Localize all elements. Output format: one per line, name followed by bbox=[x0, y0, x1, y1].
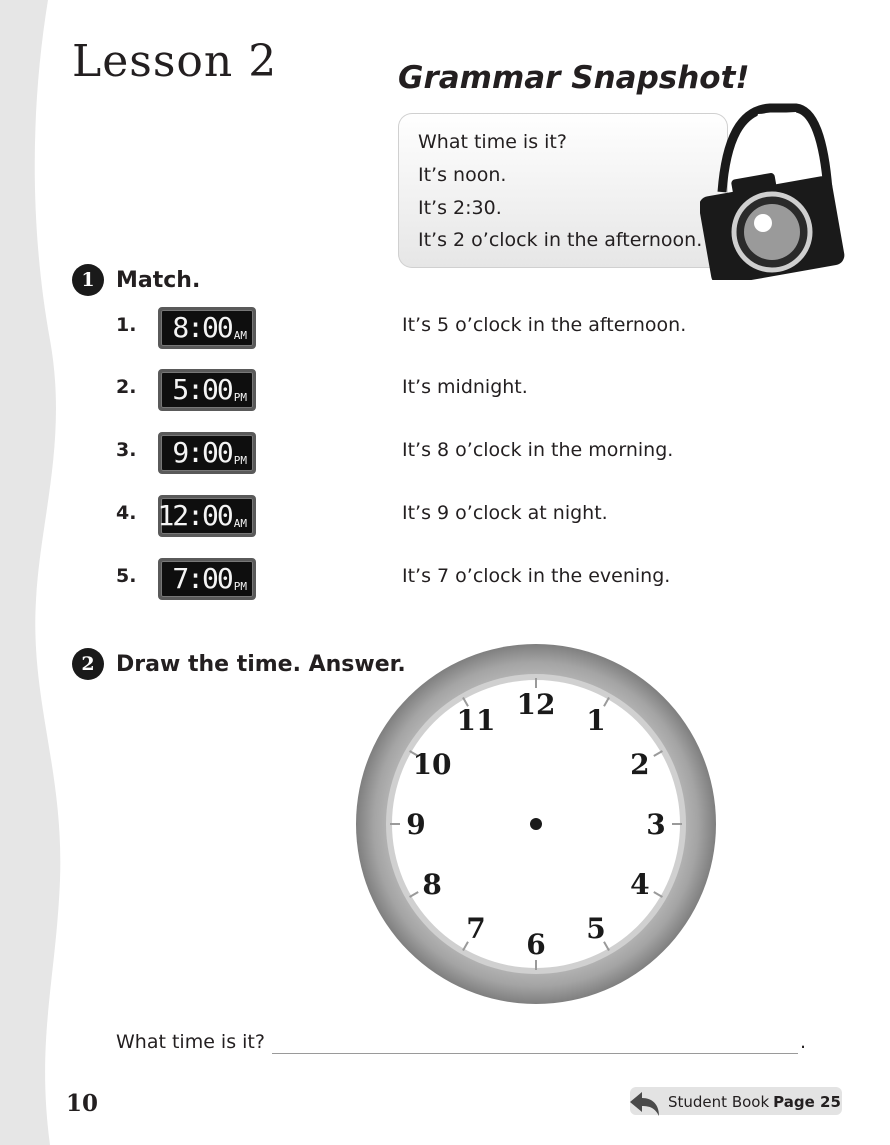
snapshot-line: It’s 2:30. bbox=[418, 197, 502, 219]
clock-number: 2 bbox=[630, 748, 649, 781]
item-number: 5. bbox=[116, 565, 137, 587]
digital-time: 5:00 bbox=[172, 373, 233, 406]
clock-number: 5 bbox=[586, 912, 605, 945]
clock-number: 6 bbox=[526, 928, 545, 961]
camera-icon bbox=[700, 103, 845, 280]
digital-time: 8:00 bbox=[172, 311, 233, 344]
digital-clock: 9:00 PM bbox=[158, 432, 256, 474]
digital-ampm: PM bbox=[233, 391, 247, 404]
digital-clock: 5:00 PM bbox=[158, 369, 256, 411]
snapshot-line: What time is it? bbox=[418, 131, 567, 153]
match-phrase: It’s 7 o’clock in the evening. bbox=[402, 565, 671, 587]
match-phrase: It’s 8 o’clock in the morning. bbox=[402, 439, 674, 461]
section-title: Match. bbox=[116, 267, 201, 293]
clock-center-dot bbox=[530, 818, 542, 830]
clock-number: 7 bbox=[466, 912, 485, 945]
clock-number: 3 bbox=[646, 808, 665, 841]
digital-time: 12:00 bbox=[157, 499, 233, 532]
item-number: 1. bbox=[116, 314, 137, 336]
grammar-snapshot-box: What time is it? It’s noon. It’s 2:30. I… bbox=[398, 113, 728, 268]
digital-ampm: AM bbox=[233, 329, 247, 342]
digital-ampm: AM bbox=[233, 517, 247, 530]
clock-number: 12 bbox=[517, 688, 556, 721]
match-phrase: It’s midnight. bbox=[402, 376, 528, 398]
lesson-title: Lesson 2 bbox=[72, 36, 278, 87]
clock-number: 10 bbox=[413, 748, 452, 781]
question-text: What time is it? bbox=[116, 1031, 265, 1053]
student-book-page: Page 25 bbox=[773, 1093, 841, 1111]
page-number: 10 bbox=[66, 1090, 99, 1117]
snapshot-line: It’s noon. bbox=[418, 164, 507, 186]
clock-number: 11 bbox=[457, 704, 496, 737]
answer-line[interactable] bbox=[272, 1053, 798, 1054]
item-number: 3. bbox=[116, 439, 137, 461]
digital-time: 9:00 bbox=[172, 436, 233, 469]
student-book-label: Student Book bbox=[668, 1093, 770, 1111]
item-number: 4. bbox=[116, 502, 137, 524]
digital-clock: 7:00 PM bbox=[158, 558, 256, 600]
section-number-badge: 1 bbox=[72, 264, 104, 296]
analog-clock[interactable]: 12 12 3 45 6 78 9 1011 bbox=[355, 643, 717, 1005]
digital-ampm: PM bbox=[233, 454, 247, 467]
match-phrase: It’s 5 o’clock in the afternoon. bbox=[402, 314, 687, 336]
digital-clock: 12:00 AM bbox=[157, 495, 256, 537]
section-number-badge: 2 bbox=[72, 648, 104, 680]
answer-end-mark: . bbox=[800, 1031, 807, 1053]
digital-time: 7:00 bbox=[172, 562, 233, 595]
clock-number: 8 bbox=[422, 868, 441, 901]
section-1-heading: 1 Match. bbox=[72, 263, 200, 297]
clock-number: 1 bbox=[586, 704, 605, 737]
grammar-snapshot-title: Grammar Snapshot! bbox=[398, 60, 750, 96]
clock-number: 9 bbox=[406, 808, 425, 841]
item-number: 2. bbox=[116, 376, 137, 398]
back-arrow-icon bbox=[630, 1092, 659, 1116]
student-book-reference: Student Book Page 25 bbox=[668, 1093, 841, 1111]
digital-clock: 8:00 AM bbox=[158, 307, 256, 349]
match-phrase: It’s 9 o’clock at night. bbox=[402, 502, 608, 524]
side-decoration bbox=[0, 0, 61, 1145]
snapshot-line: It’s 2 o’clock in the afternoon. bbox=[418, 229, 703, 251]
digital-ampm: PM bbox=[233, 580, 247, 593]
clock-number: 4 bbox=[630, 868, 649, 901]
